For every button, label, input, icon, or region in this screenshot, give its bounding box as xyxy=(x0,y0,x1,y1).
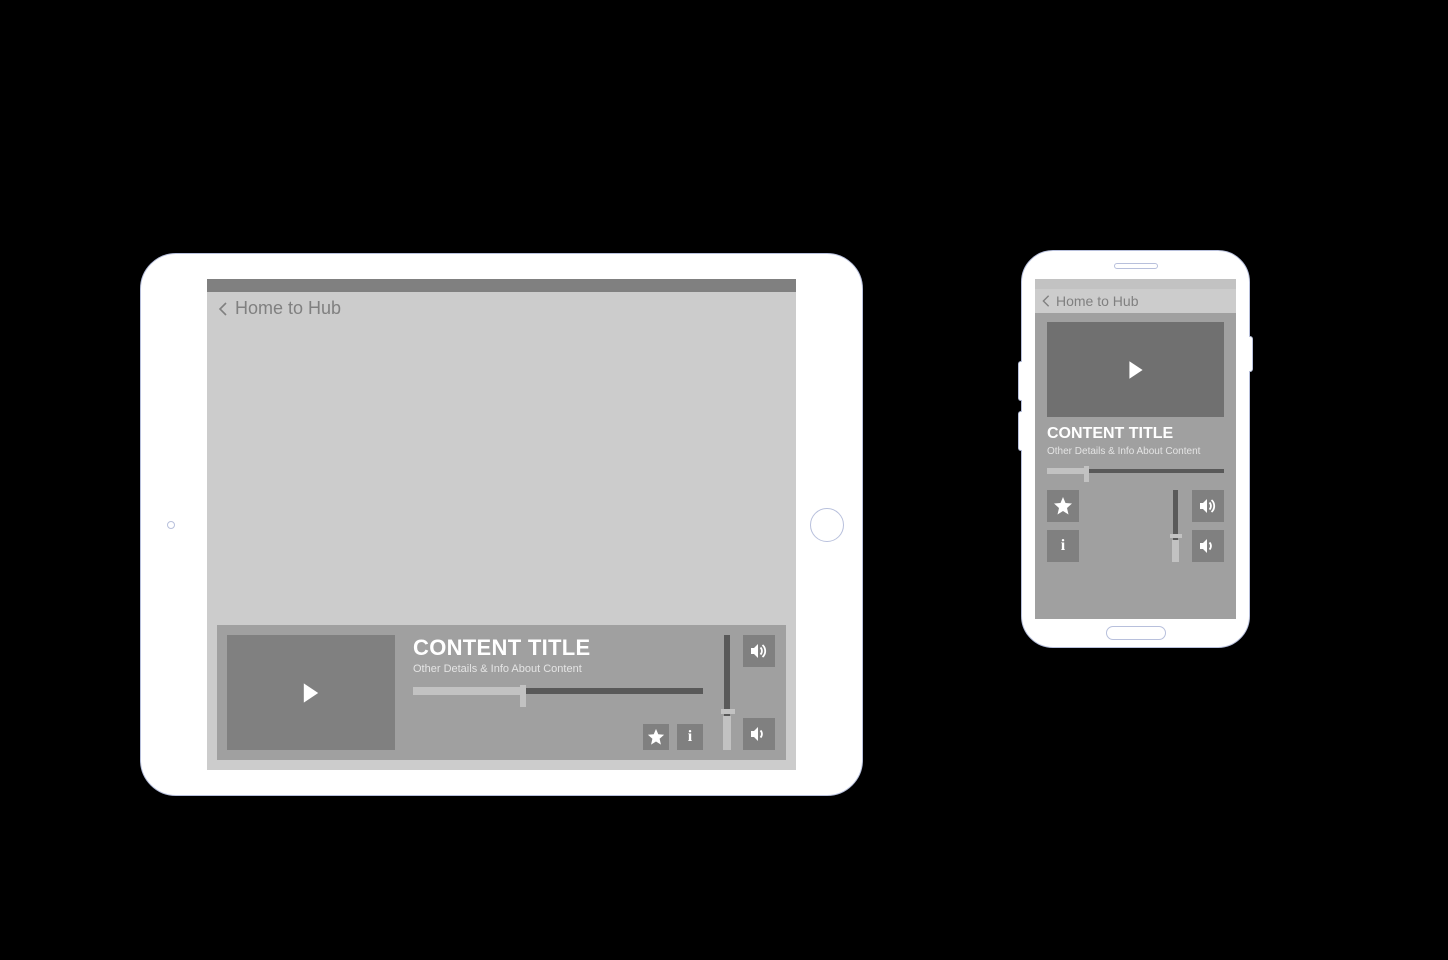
media-thumbnail[interactable] xyxy=(1047,322,1224,417)
progress-slider[interactable] xyxy=(1047,466,1224,482)
phone-volume-down-hw[interactable] xyxy=(1018,411,1022,451)
tablet-screen: Home to Hub CONTENT TITLE Other Details … xyxy=(207,279,796,770)
phone-power-hw[interactable] xyxy=(1249,336,1253,372)
tablet-statusbar xyxy=(207,279,796,292)
phone-device: Home to Hub CONTENT TITLE Other Details … xyxy=(1021,250,1250,648)
volume-fill xyxy=(723,716,731,751)
play-icon xyxy=(299,681,323,705)
progress-thumb[interactable] xyxy=(1084,466,1089,482)
volume-up-icon xyxy=(749,641,769,661)
info-button[interactable]: i xyxy=(677,724,703,750)
media-info: CONTENT TITLE Other Details & Info About… xyxy=(1035,417,1236,458)
content-subtitle: Other Details & Info About Content xyxy=(1047,445,1224,458)
star-icon xyxy=(1053,496,1073,516)
progress-fill xyxy=(413,687,523,695)
player-panel: CONTENT TITLE Other Details & Info About… xyxy=(217,625,786,760)
progress-thumb[interactable] xyxy=(520,685,526,707)
volume-up-icon xyxy=(1198,496,1218,516)
back-chevron-icon xyxy=(1041,294,1051,308)
play-icon xyxy=(1125,359,1147,381)
phone-home-button[interactable] xyxy=(1106,626,1166,640)
info-icon: i xyxy=(688,728,692,746)
content-subtitle: Other Details & Info About Content xyxy=(413,663,703,675)
volume-down-button[interactable] xyxy=(743,718,775,750)
tablet-device: Home to Hub CONTENT TITLE Other Details … xyxy=(140,253,863,796)
favorite-button[interactable] xyxy=(1047,490,1079,522)
phone-volume-up-hw[interactable] xyxy=(1018,361,1022,401)
progress-slider[interactable] xyxy=(413,685,703,703)
tablet-home-button[interactable] xyxy=(810,508,844,542)
media-info: CONTENT TITLE Other Details & Info About… xyxy=(413,635,703,750)
media-thumbnail[interactable] xyxy=(227,635,395,750)
volume-thumb[interactable] xyxy=(721,709,735,714)
info-icon: i xyxy=(1061,537,1065,555)
controls-row: i xyxy=(1047,490,1224,568)
volume-control xyxy=(721,635,776,750)
back-nav[interactable]: Home to Hub xyxy=(207,292,796,329)
volume-slider[interactable] xyxy=(721,635,735,750)
volume-down-button[interactable] xyxy=(1192,530,1224,562)
volume-up-button[interactable] xyxy=(743,635,775,667)
back-nav-label: Home to Hub xyxy=(1056,293,1138,309)
star-icon xyxy=(647,728,665,746)
volume-fill xyxy=(1172,540,1179,562)
back-nav[interactable]: Home to Hub xyxy=(1035,289,1236,313)
phone-speaker xyxy=(1114,263,1158,269)
volume-up-button[interactable] xyxy=(1192,490,1224,522)
volume-down-icon xyxy=(1198,536,1218,556)
phone-statusbar xyxy=(1035,279,1236,289)
back-chevron-icon xyxy=(217,301,229,317)
volume-slider[interactable] xyxy=(1170,490,1182,562)
volume-thumb[interactable] xyxy=(1170,534,1182,538)
content-title: CONTENT TITLE xyxy=(413,635,703,661)
info-button[interactable]: i xyxy=(1047,530,1079,562)
favorite-button[interactable] xyxy=(643,724,669,750)
volume-down-icon xyxy=(749,724,769,744)
tablet-camera xyxy=(167,521,175,529)
back-nav-label: Home to Hub xyxy=(235,298,341,319)
progress-fill xyxy=(1047,468,1086,474)
phone-screen: Home to Hub CONTENT TITLE Other Details … xyxy=(1035,279,1236,619)
content-title: CONTENT TITLE xyxy=(1047,425,1224,443)
